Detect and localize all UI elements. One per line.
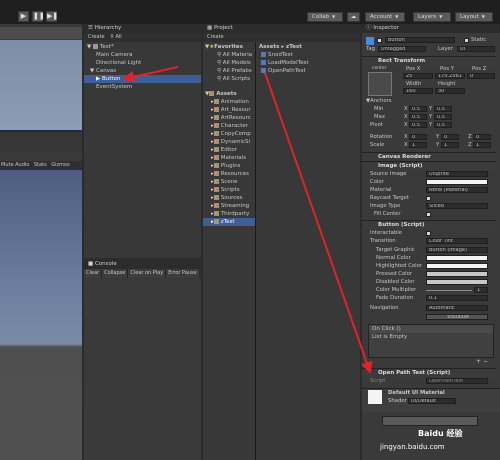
watermark-logo: Baidu 经验 (418, 429, 463, 438)
arrow-to-button (122, 66, 179, 83)
arrow-to-openpath-component (264, 72, 373, 374)
watermark-url: jingyan.baidu.com (380, 443, 445, 451)
annotation-arrows (122, 66, 373, 374)
